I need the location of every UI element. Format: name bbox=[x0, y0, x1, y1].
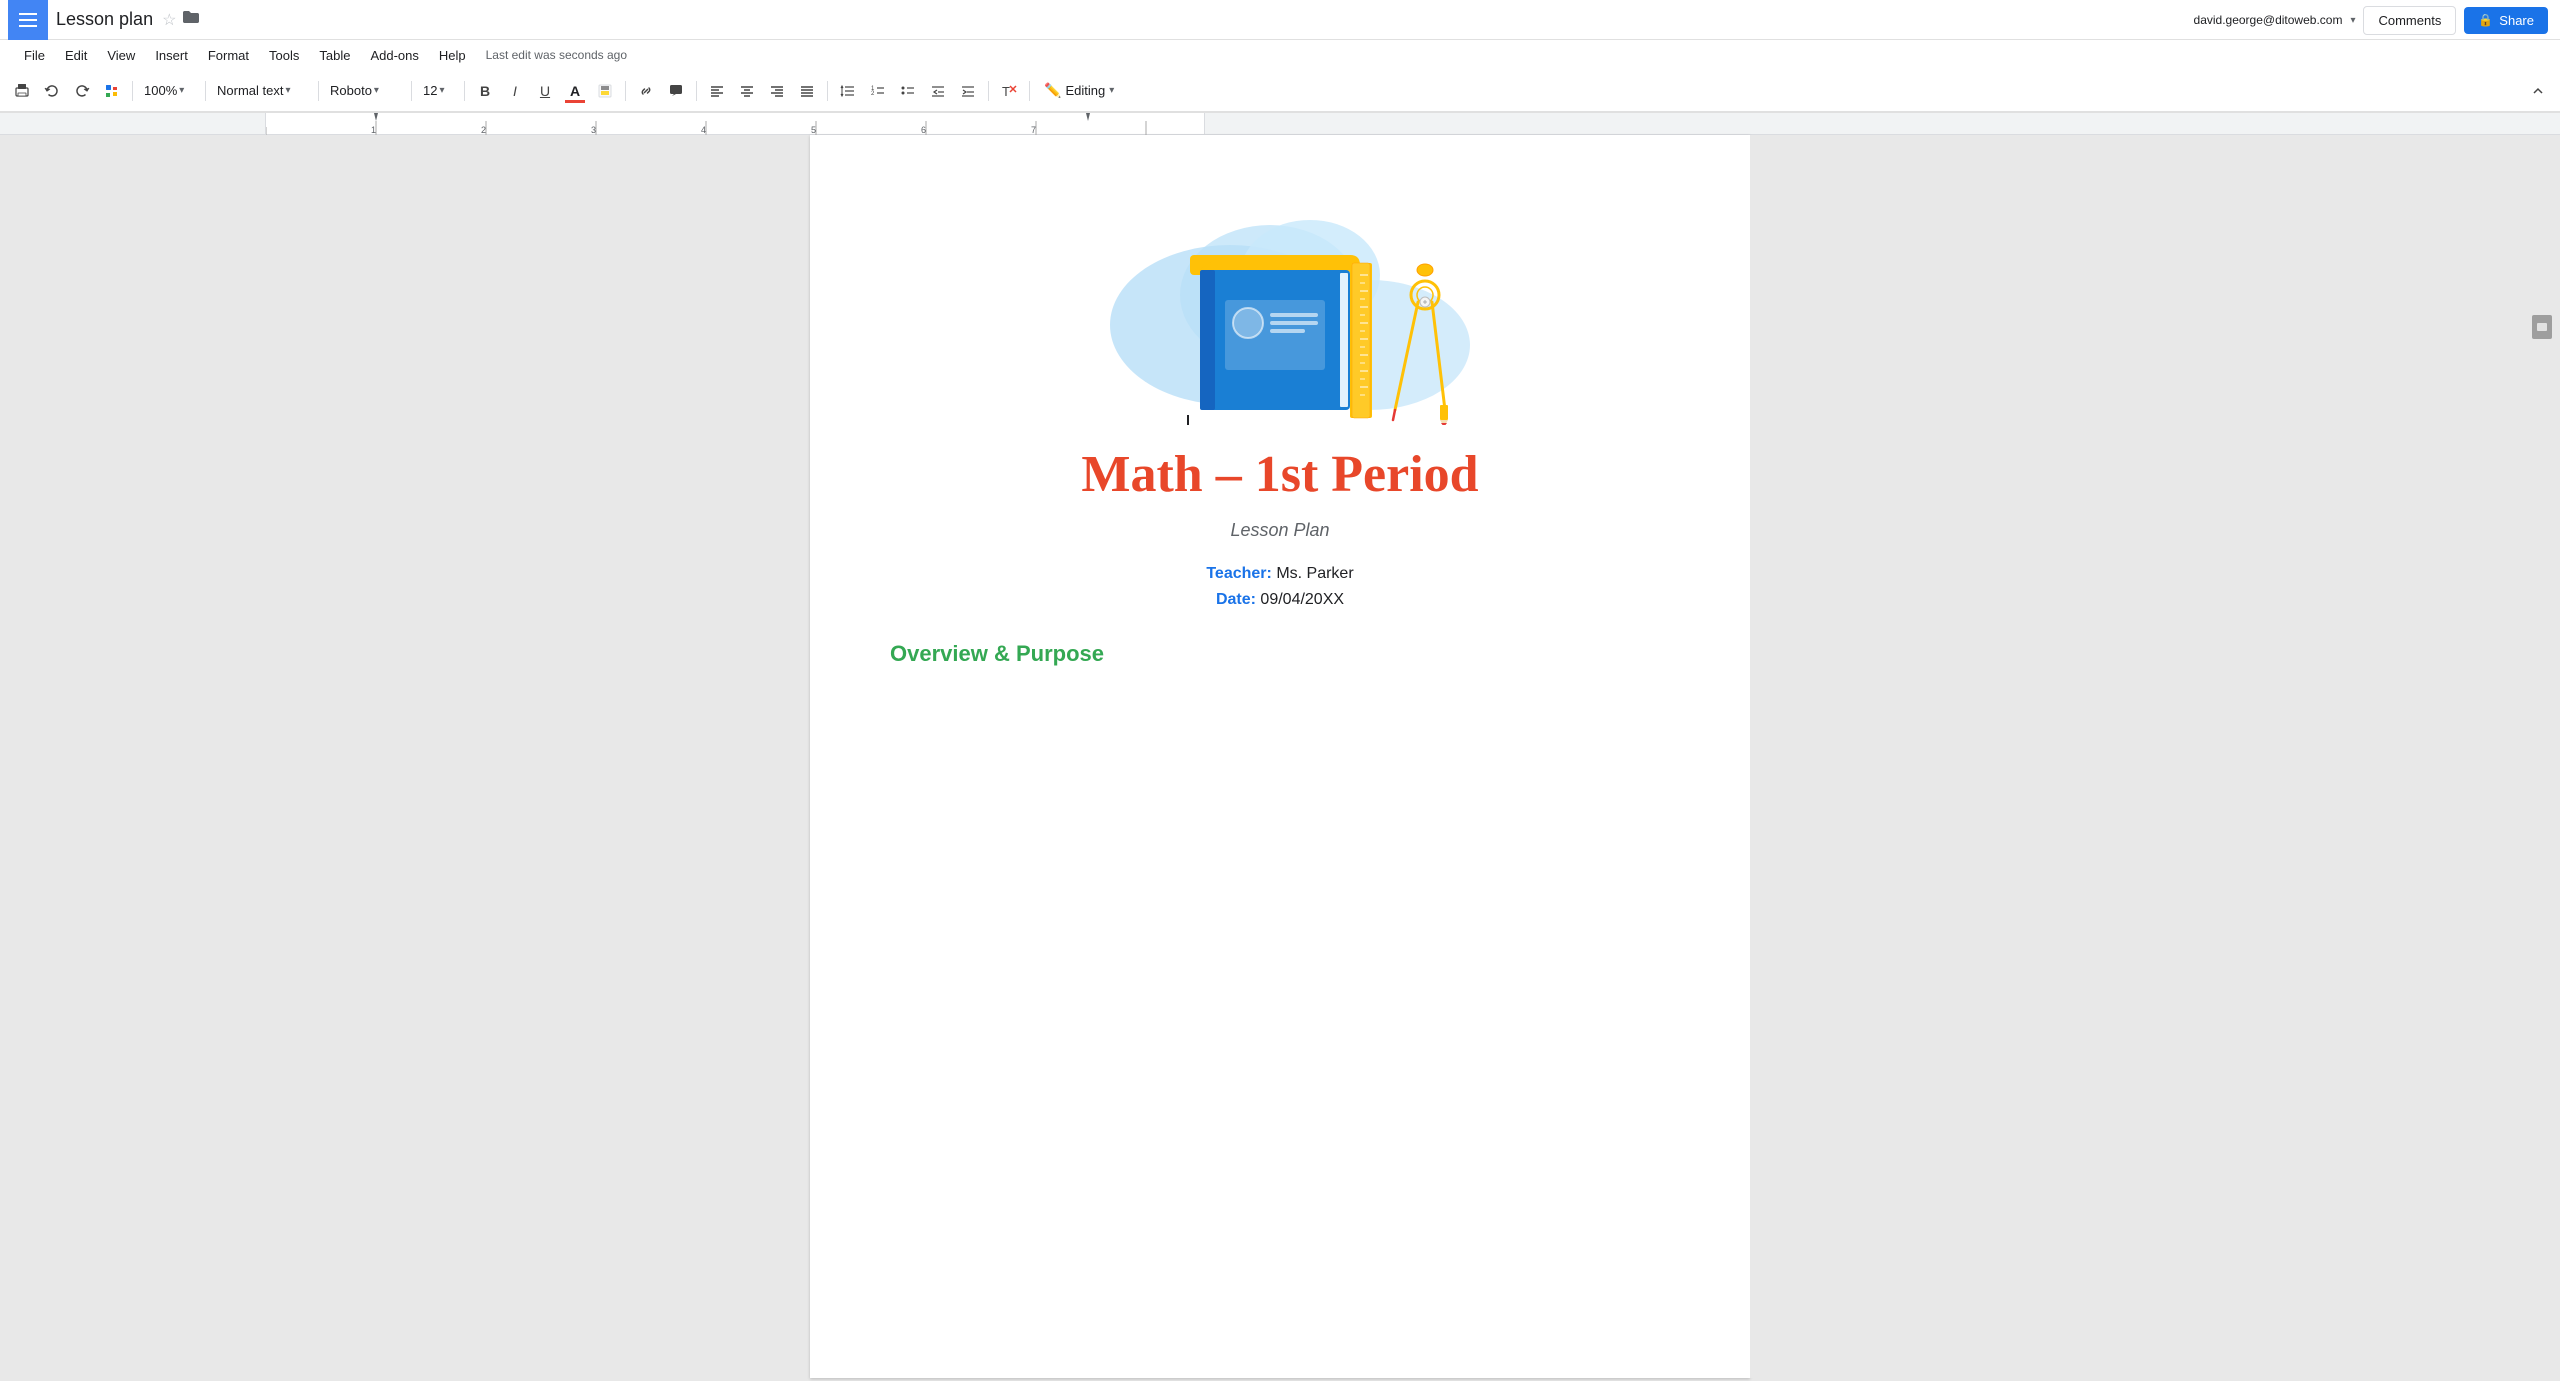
menu-table[interactable]: Table bbox=[311, 44, 358, 67]
style-value: Normal text bbox=[217, 83, 283, 98]
scroll-handle[interactable] bbox=[2532, 315, 2552, 339]
left-margin bbox=[0, 135, 810, 1378]
document-body[interactable]: Math – 1st Period Lesson Plan Teacher: M… bbox=[810, 135, 1750, 1378]
align-justify-button[interactable] bbox=[793, 77, 821, 105]
style-select[interactable]: Normal text ▾ bbox=[212, 77, 312, 105]
doc-main-title: Math – 1st Period bbox=[890, 445, 1670, 504]
sep-1 bbox=[132, 81, 133, 101]
svg-text:T: T bbox=[1002, 84, 1010, 99]
right-margin bbox=[1750, 135, 2560, 1378]
document-image-area bbox=[890, 195, 1670, 425]
text-color-button[interactable]: A bbox=[561, 77, 589, 105]
highlight-button[interactable] bbox=[591, 77, 619, 105]
comments-button[interactable]: Comments bbox=[2363, 6, 2456, 35]
clear-formatting-button[interactable]: T bbox=[995, 77, 1023, 105]
svg-text:2: 2 bbox=[481, 125, 486, 135]
sep-10 bbox=[1029, 81, 1030, 101]
sep-4 bbox=[411, 81, 412, 101]
math-illustration bbox=[1070, 195, 1490, 425]
menu-insert[interactable]: Insert bbox=[147, 44, 196, 67]
sep-6 bbox=[625, 81, 626, 101]
teacher-value: Ms. Parker bbox=[1276, 565, 1353, 582]
svg-text:2: 2 bbox=[871, 91, 875, 97]
sep-3 bbox=[318, 81, 319, 101]
star-icon[interactable]: ☆ bbox=[162, 10, 176, 30]
numbered-list-button[interactable]: 12 bbox=[864, 77, 892, 105]
line-spacing-button[interactable] bbox=[834, 77, 862, 105]
overview-heading: Overview & Purpose bbox=[890, 641, 1670, 667]
teacher-label: Teacher: bbox=[1206, 565, 1272, 582]
sep-5 bbox=[464, 81, 465, 101]
lesson-plan-subtitle: Lesson Plan bbox=[890, 520, 1670, 541]
sep-9 bbox=[988, 81, 989, 101]
bulleted-list-button[interactable] bbox=[894, 77, 922, 105]
date-value: 09/04/20XX bbox=[1260, 591, 1344, 608]
bold-button[interactable]: B bbox=[471, 77, 499, 105]
sep-2 bbox=[205, 81, 206, 101]
menu-addons[interactable]: Add-ons bbox=[362, 44, 426, 67]
folder-icon[interactable] bbox=[182, 10, 200, 29]
svg-text:6: 6 bbox=[921, 125, 926, 135]
svg-text:4: 4 bbox=[701, 125, 706, 135]
collapse-toolbar-button[interactable] bbox=[2524, 77, 2552, 105]
redo-button[interactable] bbox=[68, 77, 96, 105]
teacher-info: Teacher: Ms. Parker bbox=[890, 565, 1670, 583]
document-title: Lesson plan bbox=[56, 9, 153, 30]
date-label: Date: bbox=[1216, 591, 1256, 608]
pencil-icon: ✏️ bbox=[1044, 82, 1061, 99]
editing-mode-label: Editing bbox=[1065, 83, 1105, 98]
date-info: Date: 09/04/20XX bbox=[890, 591, 1670, 609]
top-right-area: david.george@ditoweb.com ▾ Comments 🔒 Sh… bbox=[2194, 0, 2560, 40]
toolbar: 100% ▾ Normal text ▾ Roboto ▾ 12 ▾ B I U bbox=[0, 70, 2560, 112]
menu-file[interactable]: File bbox=[16, 44, 53, 67]
align-center-button[interactable] bbox=[733, 77, 761, 105]
align-right-button[interactable] bbox=[763, 77, 791, 105]
zoom-select[interactable]: 100% ▾ bbox=[139, 77, 199, 105]
share-label: Share bbox=[2499, 13, 2534, 28]
editing-mode-button[interactable]: ✏️ Editing ▾ bbox=[1036, 78, 1126, 103]
text-color-bar bbox=[565, 100, 585, 103]
insert-link-button[interactable] bbox=[632, 77, 660, 105]
last-edit-status: Last edit was seconds ago bbox=[486, 48, 627, 62]
menu-view[interactable]: View bbox=[99, 44, 143, 67]
menu-edit[interactable]: Edit bbox=[57, 44, 95, 67]
underline-button[interactable]: U bbox=[531, 77, 559, 105]
font-value: Roboto bbox=[330, 83, 372, 98]
zoom-value: 100% bbox=[144, 83, 177, 98]
menu-format[interactable]: Format bbox=[200, 44, 257, 67]
sep-8 bbox=[827, 81, 828, 101]
ruler-inner: 1 2 3 4 5 6 7 bbox=[265, 113, 1205, 134]
menu-tools[interactable]: Tools bbox=[261, 44, 307, 67]
svg-text:1: 1 bbox=[371, 125, 376, 135]
font-select[interactable]: Roboto ▾ bbox=[325, 77, 405, 105]
share-button[interactable]: 🔒 Share bbox=[2464, 7, 2548, 34]
paint-format-button[interactable] bbox=[98, 77, 126, 105]
align-left-button[interactable] bbox=[703, 77, 731, 105]
menu-help[interactable]: Help bbox=[431, 44, 474, 67]
decrease-indent-button[interactable] bbox=[924, 77, 952, 105]
ruler: 1 2 3 4 5 6 7 bbox=[0, 113, 2560, 135]
hamburger-menu[interactable] bbox=[8, 0, 48, 40]
lock-icon: 🔒 bbox=[2478, 13, 2493, 27]
font-size-value: 12 bbox=[423, 83, 437, 98]
sep-7 bbox=[696, 81, 697, 101]
user-email: david.george@ditoweb.com bbox=[2194, 13, 2343, 27]
print-button[interactable] bbox=[8, 77, 36, 105]
italic-button[interactable]: I bbox=[501, 77, 529, 105]
undo-button[interactable] bbox=[38, 77, 66, 105]
user-dropdown-arrow[interactable]: ▾ bbox=[2350, 15, 2355, 26]
svg-text:5: 5 bbox=[811, 125, 816, 135]
font-size-select[interactable]: 12 ▾ bbox=[418, 77, 458, 105]
svg-text:7: 7 bbox=[1031, 125, 1036, 135]
insert-comment-button[interactable] bbox=[662, 77, 690, 105]
increase-indent-button[interactable] bbox=[954, 77, 982, 105]
svg-text:3: 3 bbox=[591, 125, 596, 135]
menu-bar: File Edit View Insert Format Tools Table… bbox=[0, 40, 2560, 70]
